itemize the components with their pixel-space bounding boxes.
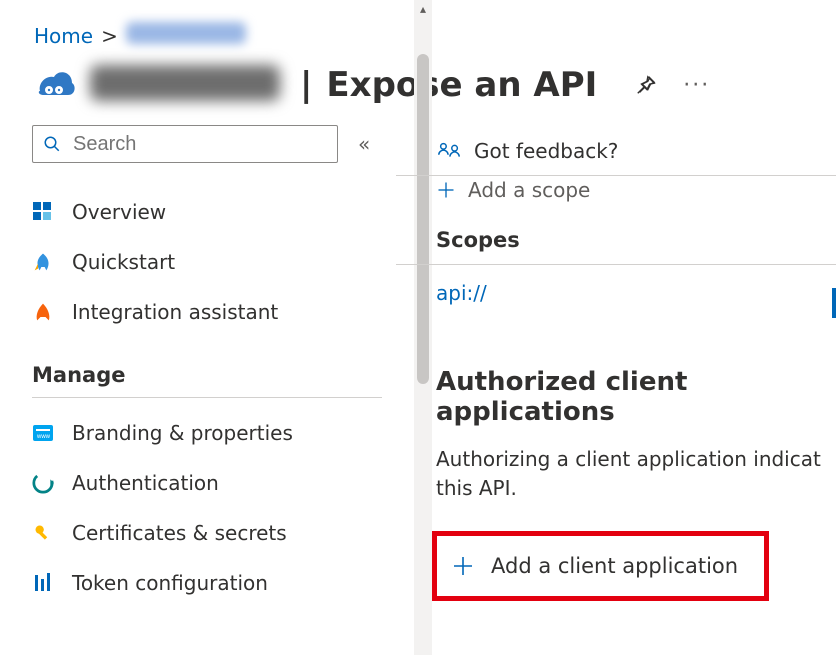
breadcrumb-separator: >	[101, 24, 118, 48]
sidebar-item-authentication[interactable]: Authentication	[32, 458, 390, 508]
application-id-uri-link[interactable]: api://	[436, 281, 487, 305]
app-name	[90, 65, 286, 105]
feedback-link[interactable]: Got feedback?	[474, 139, 618, 163]
breadcrumb-current[interactable]	[126, 22, 246, 49]
page-title: Expose an API	[326, 65, 597, 105]
overview-icon	[32, 201, 54, 223]
sidebar-item-label: Token configuration	[72, 571, 268, 595]
sidebar-item-token-config[interactable]: Token configuration	[32, 558, 390, 608]
sidebar-item-integration[interactable]: Integration assistant	[32, 287, 390, 337]
add-icon	[436, 180, 456, 200]
integration-icon	[32, 301, 54, 323]
scopes-heading: Scopes	[396, 208, 836, 264]
add-client-application-label: Add a client application	[491, 554, 738, 578]
search-icon	[43, 135, 61, 153]
sidebar-item-overview[interactable]: Overview	[32, 187, 390, 237]
title-separator: |	[300, 65, 312, 105]
key-icon	[32, 522, 54, 544]
sidebar-item-branding[interactable]: www Branding & properties	[32, 408, 390, 458]
scope-row-indicator	[832, 288, 836, 318]
quickstart-icon	[32, 251, 54, 273]
search-input-wrapper[interactable]	[32, 125, 338, 163]
authorized-clients-heading: Authorized client applications	[396, 321, 836, 435]
scroll-up-icon[interactable]: ▴	[414, 0, 432, 18]
svg-text:www: www	[36, 434, 51, 440]
more-icon[interactable]: ···	[683, 73, 710, 98]
breadcrumb-home[interactable]: Home	[34, 24, 93, 48]
add-icon	[451, 554, 475, 578]
search-input[interactable]	[71, 132, 340, 157]
sidebar-item-label: Authentication	[72, 471, 219, 495]
sidebar-item-quickstart[interactable]: Quickstart	[32, 237, 390, 287]
sidebar-item-label: Certificates & secrets	[72, 521, 287, 545]
feedback-icon	[436, 139, 462, 163]
authentication-icon	[32, 472, 54, 494]
collapse-sidebar-icon[interactable]: «	[358, 132, 370, 156]
sidebar-item-label: Integration assistant	[72, 300, 278, 324]
sidebar-item-certificates[interactable]: Certificates & secrets	[32, 508, 390, 558]
add-scope-button[interactable]: Add a scope	[468, 178, 590, 202]
branding-icon: www	[32, 422, 54, 444]
add-client-application-button[interactable]: Add a client application	[432, 531, 769, 601]
authorized-clients-description: Authorizing a client application indicat…	[396, 435, 836, 503]
sidebar-item-label: Quickstart	[72, 250, 175, 274]
pin-icon[interactable]	[635, 74, 657, 96]
sidebar-item-label: Branding & properties	[72, 421, 293, 445]
sidebar-section-manage: Manage	[32, 363, 382, 398]
token-icon	[32, 572, 54, 594]
app-registration-icon	[32, 65, 76, 105]
sidebar-item-label: Overview	[72, 200, 166, 224]
